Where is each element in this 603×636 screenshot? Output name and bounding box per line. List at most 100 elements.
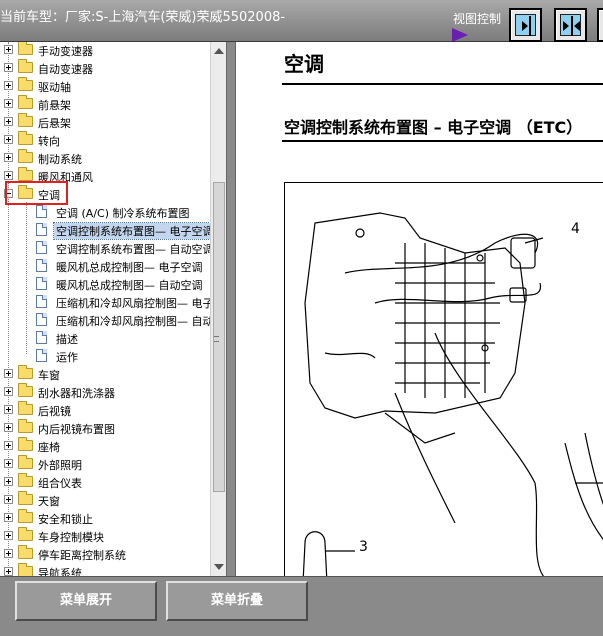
current-vehicle-title: 当前车型：厂家:S-上海汽车(荣威)荣威5502008- — [0, 10, 286, 25]
folder-icon — [18, 437, 33, 451]
tree-category[interactable]: 组合仪表 — [0, 473, 210, 491]
page-title: 空调 — [284, 52, 324, 76]
tree-category[interactable]: 驱动轴 — [0, 77, 210, 95]
grip-icon — [214, 336, 219, 342]
folder-icon — [18, 491, 33, 505]
panel-split-arrows-icon — [563, 16, 580, 36]
expand-icon[interactable] — [4, 153, 13, 162]
tree-document-item[interactable]: 空调 (A/C) 制冷系统布置图 — [0, 203, 210, 221]
tree-document-item[interactable]: 运作 — [0, 347, 210, 365]
tree-document-item[interactable]: 暖风机总成控制图— 自动空调 — [0, 275, 210, 293]
tree-category[interactable]: 停车距离控制系统 — [0, 545, 210, 563]
document-icon — [36, 313, 47, 326]
expand-icon[interactable] — [4, 81, 13, 90]
view-left-button[interactable] — [597, 8, 603, 42]
tree-document-item[interactable]: 压缩机和冷却风扇控制图— 电子空调 — [0, 293, 210, 311]
tree-category[interactable]: 手动变速器 — [0, 42, 210, 59]
tree-category[interactable]: 后悬架 — [0, 113, 210, 131]
folder-icon — [18, 131, 33, 145]
bottom-toolbar: 菜单展开 菜单折叠 — [0, 576, 603, 636]
tree-document-label: 空调控制系统布置图— 自动空调 — [56, 243, 210, 256]
tree-document-item[interactable]: 描述 — [0, 329, 210, 347]
view-expand-right-button[interactable] — [509, 8, 542, 42]
tree-category[interactable]: 内后视镜布置图 — [0, 419, 210, 437]
scroll-down-icon[interactable] — [213, 560, 225, 574]
tree-category-label: 外部照明 — [38, 459, 82, 472]
tree-category-label: 导航系统 — [38, 567, 82, 576]
tree-category[interactable]: 刮水器和洗涤器 — [0, 383, 210, 401]
tree-document-item[interactable]: 空调控制系统布置图— 电子空调 — [0, 221, 210, 240]
expand-icon[interactable] — [4, 387, 13, 396]
tree-document-label: 暖风机总成控制图— 电子空调 — [56, 261, 203, 274]
folder-icon — [18, 59, 33, 73]
document-icon — [36, 349, 47, 362]
play-arrow-icon — [452, 28, 468, 42]
callout-3: 3 — [359, 539, 368, 555]
folder-icon — [18, 419, 33, 433]
expand-icon[interactable] — [4, 423, 13, 432]
tree-category[interactable]: 天窗 — [0, 491, 210, 509]
expand-icon[interactable] — [4, 63, 13, 72]
tree-document-label: 空调控制系统布置图— 电子空调 — [53, 222, 210, 240]
view-control-label: 视图控制 — [453, 12, 502, 26]
menu-expand-button[interactable]: 菜单展开 — [15, 581, 157, 621]
expand-icon[interactable] — [4, 369, 13, 378]
expand-icon[interactable] — [4, 99, 13, 108]
expand-icon[interactable] — [4, 531, 13, 540]
expand-icon[interactable] — [4, 441, 13, 450]
tree-category[interactable]: 前悬架 — [0, 95, 210, 113]
menu-collapse-button[interactable]: 菜单折叠 — [166, 581, 308, 621]
expand-icon[interactable] — [4, 459, 13, 468]
document-view: 空调 空调控制系统布置图 – 电子空调 （ETC） 4 3 — [236, 42, 603, 576]
folder-icon — [18, 455, 33, 469]
expand-icon[interactable] — [4, 117, 13, 126]
tree-category[interactable]: 自动变速器 — [0, 59, 210, 77]
tree-document-item[interactable]: 压缩机和冷却风扇控制图— 自动空调 — [0, 311, 210, 329]
highlight-box — [5, 181, 68, 205]
tree-scrollbar[interactable] — [210, 42, 226, 576]
ac-layout-diagram: 4 3 — [284, 182, 603, 576]
document-icon — [36, 295, 47, 308]
panel-splitter[interactable] — [226, 42, 236, 576]
expand-icon[interactable] — [4, 477, 13, 486]
expand-icon[interactable] — [4, 405, 13, 414]
tree-category[interactable]: 车窗 — [0, 365, 210, 383]
folder-icon — [18, 95, 33, 109]
tree-category[interactable]: 制动系统 — [0, 149, 210, 167]
expand-icon[interactable] — [4, 549, 13, 558]
scroll-up-icon[interactable] — [213, 44, 225, 58]
tree-document-label: 压缩机和冷却风扇控制图— 电子空调 — [56, 297, 210, 310]
folder-icon — [18, 365, 33, 379]
expand-icon[interactable] — [4, 567, 13, 576]
document-icon — [36, 331, 47, 344]
tree-category-label: 天窗 — [38, 495, 60, 508]
tree-category[interactable]: 座椅 — [0, 437, 210, 455]
tree-document-label: 空调 (A/C) 制冷系统布置图 — [56, 207, 190, 220]
document-icon — [36, 277, 47, 290]
tree-category[interactable]: 后视镜 — [0, 401, 210, 419]
tree-category[interactable]: 安全和锁止 — [0, 509, 210, 527]
expand-icon[interactable] — [4, 495, 13, 504]
tree-document-item[interactable]: 空调控制系统布置图— 自动空调 — [0, 239, 210, 257]
tree-category-label: 后视镜 — [38, 405, 71, 418]
tree-document-label: 描述 — [56, 333, 78, 346]
view-split-button[interactable] — [554, 8, 587, 42]
expand-icon[interactable] — [4, 135, 13, 144]
tree-category[interactable]: 导航系统 — [0, 563, 210, 576]
tree-document-label: 运作 — [56, 351, 78, 364]
tree-document-label: 暖风机总成控制图— 自动空调 — [56, 279, 203, 292]
tree-category[interactable]: 转向 — [0, 131, 210, 149]
folder-icon — [18, 527, 33, 541]
catalog-tree[interactable]: 手动变速器 自动变速器 驱动轴 前悬架 后悬架 转向 制动系统 暖风和通风 空调 空调 (A/C)… — [0, 42, 210, 576]
tree-document-item[interactable]: 暖风机总成控制图— 电子空调 — [0, 257, 210, 275]
expand-icon[interactable] — [4, 171, 13, 180]
tree-category-label: 内后视镜布置图 — [38, 423, 115, 436]
tree-category[interactable]: 外部照明 — [0, 455, 210, 473]
folder-icon — [18, 509, 33, 523]
tree-category-label: 停车距离控制系统 — [38, 549, 126, 562]
expand-icon[interactable] — [4, 513, 13, 522]
section-rule — [282, 140, 603, 142]
expand-icon[interactable] — [4, 45, 13, 54]
folder-icon — [18, 383, 33, 397]
tree-category[interactable]: 车身控制模块 — [0, 527, 210, 545]
